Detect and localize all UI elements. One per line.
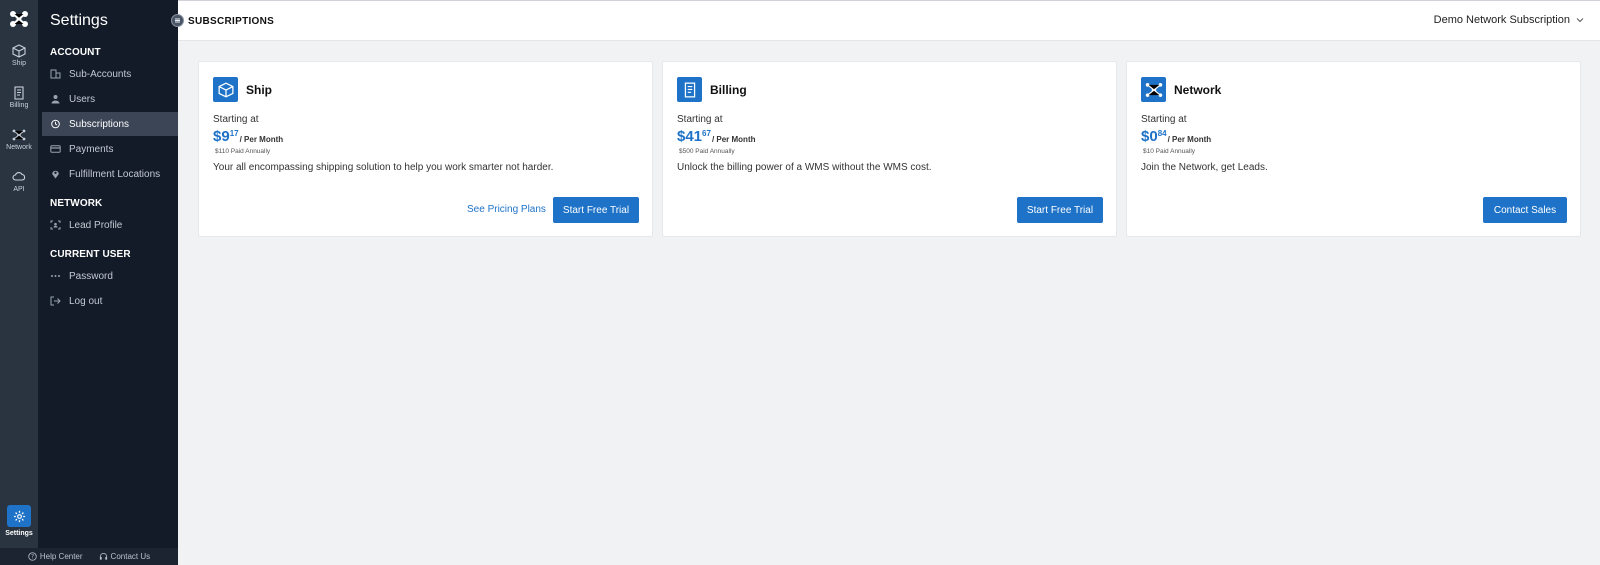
sidebar-item-label: Fulfillment Locations: [69, 168, 161, 180]
sidebar-item-label: Users: [69, 93, 96, 105]
gear-icon: [13, 510, 25, 522]
cube-icon: [12, 44, 26, 58]
logo-icon[interactable]: [9, 10, 29, 28]
price: $41 67 / Per Month: [677, 128, 756, 145]
price-period: / Per Month: [239, 135, 284, 144]
starting-at-label: Starting at: [213, 114, 259, 125]
starting-at-label: Starting at: [1141, 114, 1187, 125]
collapse-icon: [175, 18, 180, 23]
password-dots-icon: [51, 275, 60, 277]
sidebar-item-subscriptions[interactable]: Subscriptions: [42, 112, 178, 136]
rail-item-settings[interactable]: Settings: [0, 505, 38, 537]
rail-item-label: Ship: [11, 60, 26, 67]
see-pricing-plans-link[interactable]: See Pricing Plans: [467, 204, 546, 215]
help-center-label: Help Center: [39, 552, 83, 561]
sidebar-item-label: Log out: [69, 295, 103, 307]
card-title: Billing: [710, 83, 747, 97]
user-icon: [51, 95, 60, 104]
card-description: Your all encompassing shipping solution …: [213, 162, 554, 173]
price-period: / Per Month: [1167, 135, 1212, 144]
rail-item-label: Settings: [5, 530, 33, 537]
receipt-icon: [677, 77, 702, 102]
rail-item-api[interactable]: API: [0, 170, 38, 193]
sidebar-item-users[interactable]: Users: [42, 87, 178, 111]
help-footer: ? Help Center Contact Us: [0, 548, 178, 565]
sidebar-item-fulfillment-locations[interactable]: Fulfillment Locations: [42, 162, 178, 186]
sidebar-item-label: Subscriptions: [69, 118, 130, 130]
chevron-down-icon: [1576, 18, 1584, 23]
subscription-card-network: Network Starting at $0 84 / Per Month $1…: [1126, 61, 1581, 237]
rail-item-ship[interactable]: Ship: [0, 44, 38, 67]
sidebar-title: Settings: [50, 12, 108, 29]
rail-item-billing[interactable]: Billing: [0, 86, 38, 109]
card-title: Network: [1174, 83, 1222, 97]
logout-icon: [50, 296, 61, 306]
sidebar-item-sub-accounts[interactable]: Sub-Accounts: [42, 62, 178, 86]
sidebar-item-label: Sub-Accounts: [69, 68, 132, 80]
price-cents: 84: [1157, 129, 1167, 138]
icon-rail: Ship Billing Network API Settings: [0, 0, 38, 565]
settings-sidebar: Settings ACCOUNT Sub-Accounts Users Subs…: [38, 0, 178, 565]
section-current-user: CURRENT USER: [50, 249, 131, 260]
profile-scan-icon: [50, 220, 61, 230]
annual-price: $500 Paid Annually: [679, 148, 735, 155]
help-center-link[interactable]: ? Help Center: [28, 552, 83, 561]
contact-sales-button[interactable]: Contact Sales: [1483, 197, 1567, 223]
price: $9 17 / Per Month: [213, 128, 283, 145]
price: $0 84 / Per Month: [1141, 128, 1211, 145]
price-dollars: $41: [677, 128, 703, 145]
card-title: Ship: [246, 83, 272, 97]
rail-item-label: API: [13, 186, 25, 193]
account-name: Demo Network Subscription: [1433, 14, 1570, 26]
headset-icon: [99, 553, 107, 560]
page-header: SUBSCRIPTIONS Demo Network Subscription: [178, 0, 1600, 41]
network-icon: [1141, 77, 1166, 102]
contact-us-link[interactable]: Contact Us: [99, 552, 151, 561]
account-selector[interactable]: Demo Network Subscription: [1434, 14, 1584, 26]
price-cents: 17: [229, 129, 239, 138]
sidebar-item-password[interactable]: Password: [42, 264, 178, 288]
help-icon: ?: [28, 552, 37, 561]
receipt-icon: [14, 86, 24, 100]
sidebar-item-label: Payments: [69, 143, 114, 155]
network-icon: [12, 129, 26, 141]
price-dollars: $9: [213, 128, 230, 145]
location-pin-icon: [52, 170, 59, 179]
card-description: Join the Network, get Leads.: [1141, 162, 1268, 173]
subscription-card-billing: Billing Starting at $41 67 / Per Month $…: [662, 61, 1117, 237]
page-title: SUBSCRIPTIONS: [188, 16, 275, 27]
rail-item-label: Network: [6, 144, 32, 151]
start-free-trial-button[interactable]: Start Free Trial: [553, 197, 639, 223]
price-cents: 67: [702, 129, 711, 138]
rail-item-network[interactable]: Network: [0, 128, 38, 151]
subscription-icon: [51, 119, 60, 129]
subscription-card-ship: Ship Starting at $9 17 / Per Month $110 …: [198, 61, 653, 237]
card-description: Unlock the billing power of a WMS withou…: [677, 162, 932, 173]
price-period: / Per Month: [711, 135, 756, 144]
section-network: NETWORK: [50, 198, 103, 209]
rail-item-label: Billing: [9, 102, 29, 109]
section-account: ACCOUNT: [50, 47, 101, 58]
sidebar-item-payments[interactable]: Payments: [42, 137, 178, 161]
svg-text:?: ?: [31, 555, 34, 561]
starting-at-label: Starting at: [677, 114, 723, 125]
sidebar-item-lead-profile[interactable]: Lead Profile: [42, 213, 178, 237]
credit-card-icon: [50, 145, 61, 153]
annual-price: $110 Paid Annually: [215, 148, 271, 155]
contact-us-label: Contact Us: [110, 552, 151, 561]
price-dollars: $0: [1141, 128, 1158, 145]
building-icon: [50, 69, 61, 79]
cloud-icon: [12, 171, 26, 181]
cube-icon: [213, 77, 238, 102]
start-free-trial-button[interactable]: Start Free Trial: [1017, 197, 1103, 223]
sidebar-item-label: Lead Profile: [69, 219, 123, 231]
annual-price: $10 Paid Annually: [1143, 148, 1196, 155]
sidebar-item-log-out[interactable]: Log out: [42, 289, 178, 313]
sidebar-item-label: Password: [69, 270, 113, 282]
sidebar-collapse-button[interactable]: [171, 14, 184, 27]
